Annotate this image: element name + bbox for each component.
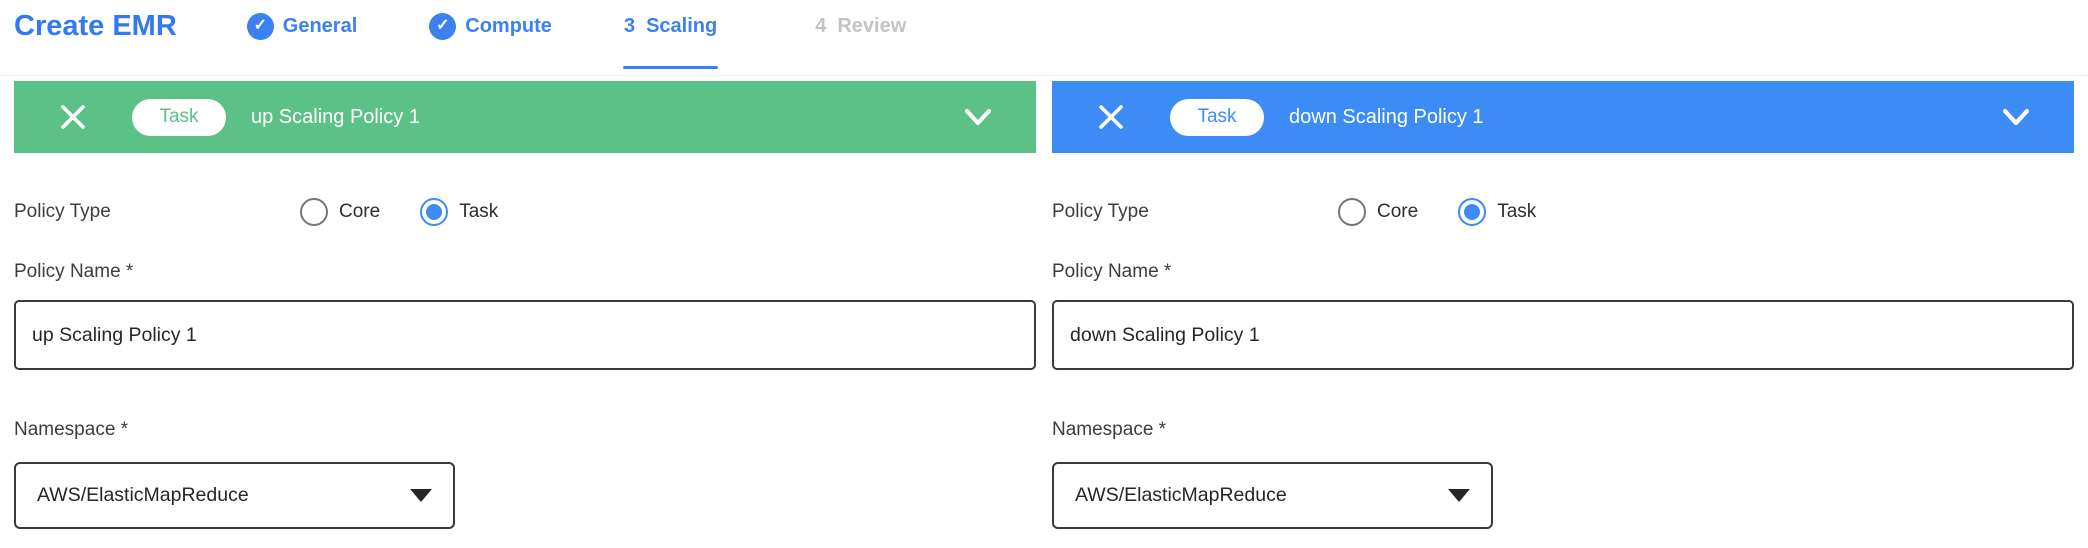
namespace-select[interactable]: AWS/ElasticMapReduce: [1052, 462, 1493, 529]
scaling-policy-panel-down: Task down Scaling Policy 1 Policy Type C…: [1052, 81, 2074, 529]
caret-down-icon: [1448, 489, 1470, 502]
radio-label: Task: [1497, 201, 1536, 223]
step-scaling[interactable]: ✓ 3 Scaling: [624, 12, 717, 40]
namespace-label: Namespace *: [1052, 419, 2074, 441]
namespace-label: Namespace *: [14, 419, 1036, 441]
policy-type-label: Policy Type: [14, 201, 111, 223]
step-compute[interactable]: ✓ Compute: [429, 12, 552, 40]
policy-name-label: Policy Name *: [1052, 261, 2074, 283]
policy-type-options: Core Task: [300, 198, 498, 226]
panel-body: Policy Type Core Task Policy Name * Name…: [1052, 197, 2074, 529]
radio-label: Core: [339, 201, 380, 223]
panel-header[interactable]: Task down Scaling Policy 1: [1052, 81, 2074, 153]
wizard-stepper: ✓ General ✓ Compute ✓ 3 Scaling ✓ 4 Revi…: [247, 12, 906, 40]
step-review[interactable]: ✓ 4 Review: [815, 12, 906, 40]
radio-button[interactable]: [420, 198, 448, 226]
wizard-header: Create EMR ✓ General ✓ Compute ✓ 3 Scali…: [0, 0, 2088, 76]
namespace-selected-value: AWS/ElasticMapReduce: [1075, 484, 1287, 507]
page-title: Create EMR: [14, 12, 177, 40]
radio-option-task[interactable]: Task: [420, 198, 498, 226]
policy-type-row: Policy Type Core Task: [1052, 197, 2074, 227]
scaling-policy-panel-up: Task up Scaling Policy 1 Policy Type Cor…: [14, 81, 1036, 529]
step-general[interactable]: ✓ General: [247, 12, 357, 40]
check-icon: ✓: [247, 13, 274, 40]
radio-option-core[interactable]: Core: [1338, 198, 1418, 226]
radio-button[interactable]: [300, 198, 328, 226]
step-label: Compute: [465, 12, 552, 40]
policy-kind-badge: Task: [1170, 99, 1264, 136]
scaling-policies-container: Task up Scaling Policy 1 Policy Type Cor…: [0, 76, 2088, 529]
policy-type-label: Policy Type: [1052, 201, 1149, 223]
close-icon[interactable]: [60, 104, 86, 130]
radio-button[interactable]: [1458, 198, 1486, 226]
radio-label: Task: [459, 201, 498, 223]
step-number: 4: [815, 12, 826, 40]
close-icon[interactable]: [1098, 104, 1124, 130]
policy-name-input[interactable]: [1052, 300, 2074, 370]
radio-option-core[interactable]: Core: [300, 198, 380, 226]
chevron-down-icon[interactable]: [2002, 107, 2030, 127]
radio-option-task[interactable]: Task: [1458, 198, 1536, 226]
namespace-select[interactable]: AWS/ElasticMapReduce: [14, 462, 455, 529]
caret-down-icon: [410, 489, 432, 502]
namespace-selected-value: AWS/ElasticMapReduce: [37, 484, 249, 507]
policy-name-input[interactable]: [14, 300, 1036, 370]
panel-header[interactable]: Task up Scaling Policy 1: [14, 81, 1036, 153]
step-number: 3: [624, 12, 635, 40]
step-label: Review: [837, 12, 906, 40]
policy-type-row: Policy Type Core Task: [14, 197, 1036, 227]
radio-button[interactable]: [1338, 198, 1366, 226]
step-label: Scaling: [646, 12, 717, 40]
radio-label: Core: [1377, 201, 1418, 223]
chevron-down-icon[interactable]: [964, 107, 992, 127]
step-label: General: [283, 12, 357, 40]
policy-type-options: Core Task: [1338, 198, 1536, 226]
panel-title: up Scaling Policy 1: [251, 106, 420, 129]
panel-title: down Scaling Policy 1: [1289, 106, 1484, 129]
check-icon: ✓: [429, 13, 456, 40]
panel-body: Policy Type Core Task Policy Name * Name…: [14, 197, 1036, 529]
policy-name-label: Policy Name *: [14, 261, 1036, 283]
policy-kind-badge: Task: [132, 99, 226, 136]
